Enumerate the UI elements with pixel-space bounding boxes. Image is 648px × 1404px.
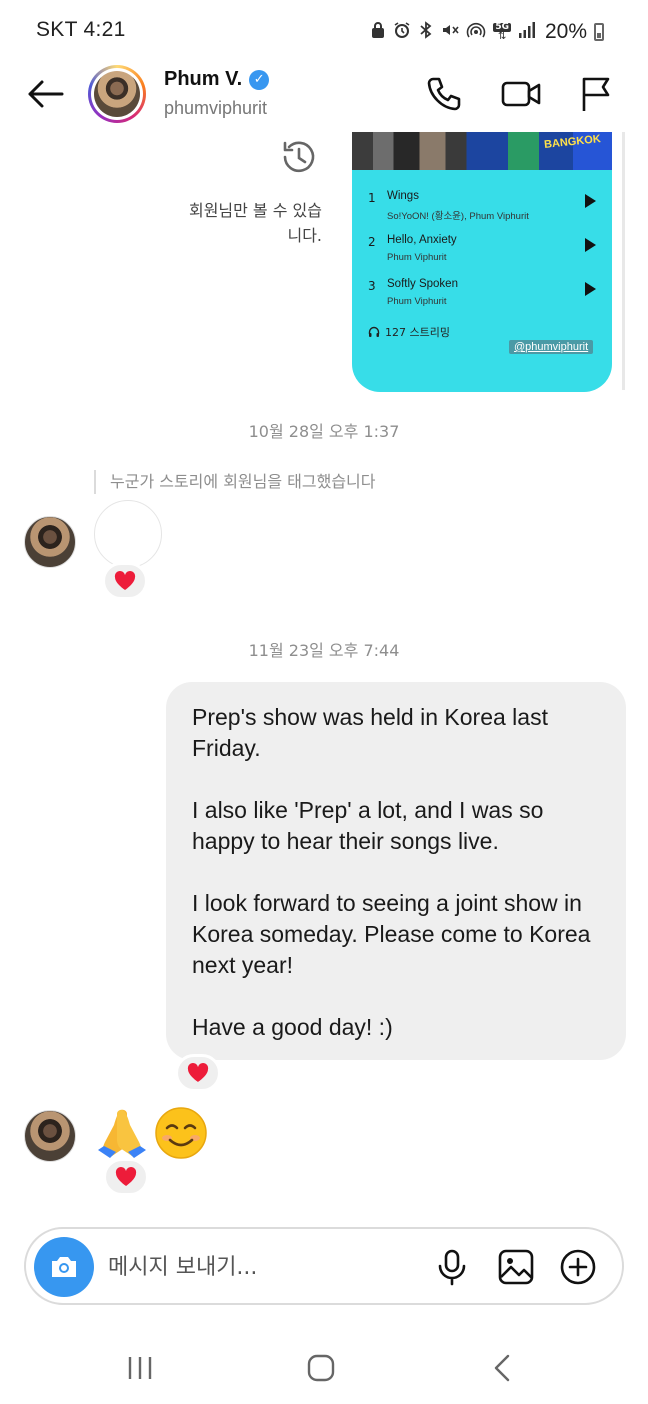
- signal-icon: [518, 21, 536, 43]
- history-icon: [280, 138, 318, 176]
- track-item[interactable]: 1 Wings So!YoON! (황소윤), Phum Viphurit: [368, 188, 604, 224]
- folded-hands-icon: [98, 1109, 146, 1158]
- track-title: Softly Spoken: [387, 278, 458, 290]
- track-title: Hello, Anxiety: [387, 234, 457, 246]
- track-item[interactable]: 3 Softly Spoken Phum Viphurit: [368, 276, 604, 312]
- alarm-icon: [393, 21, 411, 43]
- emoji-message[interactable]: [94, 1106, 208, 1160]
- stream-count: 127 스트리밍: [368, 324, 450, 340]
- recent-apps-button[interactable]: [120, 1352, 160, 1384]
- microphone-icon: [438, 1249, 466, 1286]
- play-icon[interactable]: [585, 194, 596, 208]
- message-input[interactable]: [108, 1249, 408, 1285]
- network-5g-icon: 5G ⇅: [493, 23, 511, 42]
- story-banner-image: BANGKOK: [352, 132, 612, 170]
- sender-avatar[interactable]: [24, 1110, 76, 1162]
- message-composer: [24, 1227, 624, 1305]
- message-timestamp: 10월 28일 오후 1:37: [248, 422, 400, 441]
- system-nav-bar: [0, 1330, 648, 1404]
- home-button[interactable]: [301, 1352, 341, 1384]
- heart-reaction[interactable]: [102, 562, 148, 600]
- back-button[interactable]: [26, 78, 64, 110]
- track-item[interactable]: 2 Hello, Anxiety Phum Viphurit: [368, 232, 604, 268]
- profile-avatar[interactable]: [88, 65, 146, 123]
- data-arrows-icon: ⇅: [497, 31, 507, 42]
- track-number: 1: [368, 191, 376, 205]
- report-button[interactable]: [576, 74, 616, 114]
- bluetooth-icon: [418, 21, 434, 43]
- chat-header: Phum V. ✓ phumviphurit: [0, 62, 648, 132]
- home-icon: [307, 1354, 335, 1382]
- mute-icon: [441, 21, 459, 43]
- track-number: 3: [368, 279, 376, 293]
- carrier-time: SKT 4:21: [36, 18, 126, 41]
- battery-icon: [594, 23, 604, 41]
- camera-icon: [52, 1257, 76, 1277]
- tagged-story-thumbnail[interactable]: [94, 500, 162, 568]
- outgoing-message-bubble[interactable]: Prep's show was held in Korea last Frida…: [166, 682, 626, 1060]
- profile-handle: phumviphurit: [164, 98, 268, 118]
- profile-name-row[interactable]: Phum V. ✓: [164, 68, 270, 91]
- track-artist: Phum Viphurit: [387, 252, 447, 263]
- back-chevron-icon: [494, 1354, 510, 1382]
- phone-icon: [427, 77, 461, 111]
- more-options-button[interactable]: [558, 1247, 598, 1287]
- heart-reaction[interactable]: [103, 1158, 149, 1196]
- play-icon[interactable]: [585, 238, 596, 252]
- card-edge-divider: [622, 132, 625, 390]
- voice-call-button[interactable]: [424, 74, 464, 114]
- heart-icon: [114, 571, 136, 590]
- heart-icon: [115, 1167, 137, 1186]
- profile-name: Phum V.: [164, 68, 243, 90]
- story-banner-text: BANGKOK: [543, 133, 602, 151]
- headphones-icon: [368, 326, 380, 337]
- status-bar: SKT 4:21 5G ⇅ 20%: [0, 0, 648, 62]
- status-icons: 5G ⇅ 20%: [370, 20, 604, 44]
- plus-circle-icon: [560, 1249, 596, 1285]
- track-artist: So!YoON! (황소윤), Phum Viphurit: [387, 211, 529, 222]
- flag-icon: [582, 77, 610, 111]
- gallery-button[interactable]: [496, 1247, 536, 1287]
- shared-story-card[interactable]: BANGKOK 1 Wings So!YoON! (황소윤), Phum Vip…: [352, 132, 612, 392]
- video-call-button[interactable]: [500, 74, 541, 114]
- voice-message-button[interactable]: [432, 1247, 472, 1287]
- image-icon: [498, 1249, 534, 1285]
- stream-count-label: 127 스트리밍: [385, 326, 450, 339]
- track-number: 2: [368, 235, 376, 249]
- story-tag-notice: 누군가 스토리에 회원님을 태그했습니다: [94, 470, 376, 494]
- story-mention-tag[interactable]: @phumviphurit: [509, 340, 594, 354]
- message-timestamp: 11월 23일 오후 7:44: [248, 641, 400, 660]
- track-artist: Phum Viphurit: [387, 296, 447, 307]
- message-paragraph: Prep's show was held in Korea last Frida…: [192, 704, 548, 761]
- track-title: Wings: [387, 190, 419, 202]
- play-icon[interactable]: [585, 282, 596, 296]
- verified-badge-icon: ✓: [249, 69, 270, 90]
- lock-icon: [370, 21, 386, 43]
- battery-percent: 20%: [544, 20, 587, 43]
- message-paragraph: Have a good day! :): [192, 1014, 393, 1040]
- heart-reaction[interactable]: [175, 1054, 221, 1092]
- hotspot-icon: [466, 21, 486, 43]
- back-arrow-icon: [28, 80, 64, 108]
- sender-avatar[interactable]: [24, 516, 76, 568]
- message-paragraph: I also like 'Prep' a lot, and I was so h…: [192, 797, 544, 854]
- recents-icon: [128, 1357, 152, 1379]
- camera-button[interactable]: [34, 1237, 94, 1297]
- story-visibility-note: 회원님만 볼 수 있습니다.: [188, 201, 322, 245]
- system-back-button[interactable]: [484, 1352, 524, 1384]
- video-camera-icon: [501, 81, 541, 107]
- message-paragraph: I look forward to seeing a joint show in…: [192, 890, 591, 978]
- smiling-face-icon: [155, 1107, 207, 1159]
- profile-photo: [94, 71, 140, 117]
- heart-icon: [187, 1063, 209, 1082]
